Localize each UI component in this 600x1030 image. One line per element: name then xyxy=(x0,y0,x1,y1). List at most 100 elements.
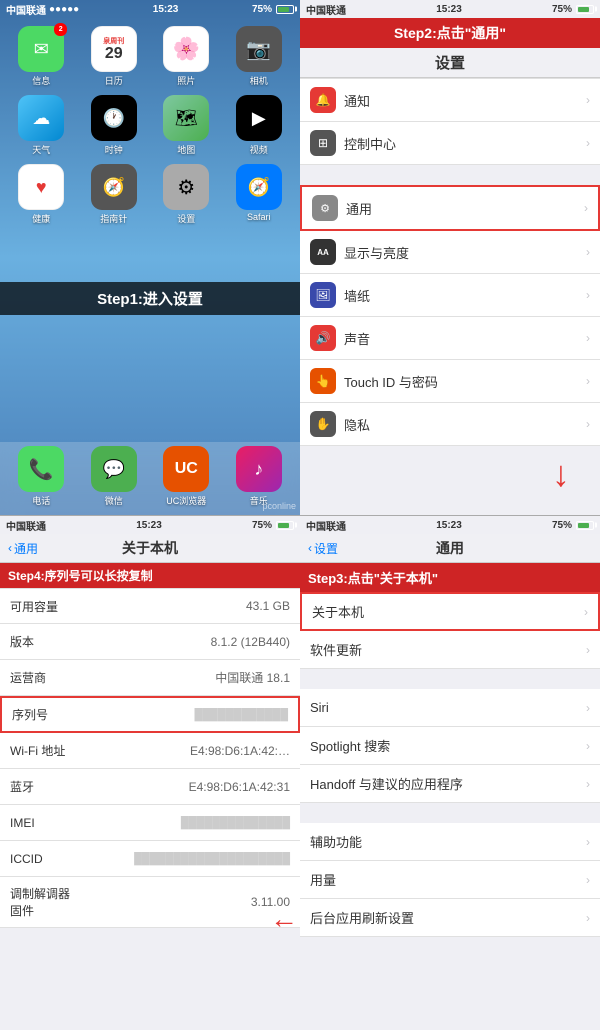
q3-battery-icon xyxy=(276,521,294,530)
modem-value: 3.11.00 xyxy=(80,895,290,909)
app-health[interactable]: ♥ 健康 xyxy=(8,164,75,225)
settings-row-touchid[interactable]: 👆 Touch ID 与密码 › xyxy=(300,360,600,403)
q1-watermark: pconline xyxy=(262,501,296,511)
step3-label: Step3:点击"关于本机" xyxy=(308,571,438,586)
q4-row-handoff[interactable]: Handoff 与建议的应用程序 › xyxy=(300,765,600,803)
touchid-chevron: › xyxy=(586,374,590,388)
settings-row-sound[interactable]: 🔊 声音 › xyxy=(300,317,600,360)
privacy-chevron: › xyxy=(586,417,590,431)
q2-battery-pct: 75% xyxy=(552,4,572,15)
step1-label: Step1:进入设置 xyxy=(97,291,203,308)
notification-chevron: › xyxy=(586,93,590,107)
messages-label: 信息 xyxy=(32,74,50,87)
q1-status-bar: 中国联通 ●●●●● 15:23 75% xyxy=(0,0,300,18)
step2-label: Step2:点击"通用" xyxy=(394,25,506,41)
bt-label: 蓝牙 xyxy=(10,778,80,795)
uc-label: UC浏览器 xyxy=(166,494,206,507)
settings-row-general[interactable]: ⚙ 通用 › xyxy=(300,185,600,231)
settings-app-label: 设置 xyxy=(177,212,195,225)
health-icon: ♥ xyxy=(18,164,64,210)
q4-row-accessibility[interactable]: 辅助功能 › xyxy=(300,823,600,861)
app-videos[interactable]: ▶ 视频 xyxy=(226,95,293,156)
settings-row-display[interactable]: AA 显示与亮度 › xyxy=(300,231,600,274)
q4-row-update[interactable]: 软件更新 › xyxy=(300,631,600,669)
version-value: 8.1.2 (12B440) xyxy=(80,635,290,649)
usage-label: 用量 xyxy=(310,870,578,889)
photos-icon: 🌸 xyxy=(163,26,209,72)
q3-battery-pct: 75% xyxy=(252,520,272,531)
safari-label: Safari xyxy=(247,212,271,222)
settings-row-privacy[interactable]: ✋ 隐私 › xyxy=(300,403,600,446)
capacity-value: 43.1 GB xyxy=(80,599,290,613)
usage-chevron: › xyxy=(586,873,590,887)
app-grid-row1: ✉ 2 信息 泉周刊 29 日历 🌸 照片 📷 相机 xyxy=(0,22,300,91)
app-uc[interactable]: UC UC浏览器 xyxy=(153,446,220,507)
q4-battery-pct: 75% xyxy=(552,520,572,531)
q1-status-right: 75% xyxy=(252,4,294,15)
info-row-carrier: 运营商 中国联通 18.1 xyxy=(0,660,300,696)
q4-row-bg-refresh[interactable]: 后台应用刷新设置 › xyxy=(300,899,600,937)
q3-back-button[interactable]: ‹ 通用 xyxy=(8,540,38,557)
q4-row-usage[interactable]: 用量 › xyxy=(300,861,600,899)
clock-label: 时钟 xyxy=(105,143,123,156)
app-weather[interactable]: ☁ 天气 xyxy=(8,95,75,156)
q4-nav-title: 通用 xyxy=(342,538,558,558)
control-chevron: › xyxy=(586,136,590,150)
carrier-label: 运营商 xyxy=(10,669,80,686)
serial-label: 序列号 xyxy=(12,706,82,723)
q4-back-chevron: ‹ xyxy=(308,541,312,555)
app-wechat[interactable]: 💬 微信 xyxy=(81,446,148,507)
q4-row-about[interactable]: 关于本机 › xyxy=(300,592,600,631)
display-chevron: › xyxy=(586,245,590,259)
q4-status-right: 75% xyxy=(552,520,594,531)
down-arrow-q2: ↓ xyxy=(552,453,570,495)
app-settings[interactable]: ⚙ 设置 xyxy=(153,164,220,225)
about-chevron: › xyxy=(584,605,588,619)
videos-icon: ▶ xyxy=(236,95,282,141)
app-clock[interactable]: 🕐 时钟 xyxy=(81,95,148,156)
photos-label: 照片 xyxy=(177,74,195,87)
siri-chevron: › xyxy=(586,701,590,715)
q3-back-label: 通用 xyxy=(14,540,38,557)
touchid-icon: 👆 xyxy=(310,368,336,394)
app-music[interactable]: ♪ 音乐 xyxy=(226,446,293,507)
settings-row-wallpaper[interactable]: 🖼 墙纸 › xyxy=(300,274,600,317)
q2-carrier: 中国联通 xyxy=(306,2,346,17)
app-photos[interactable]: 🌸 照片 xyxy=(153,26,220,87)
privacy-label: 隐私 xyxy=(344,415,578,434)
app-compass[interactable]: 🧭 指南针 xyxy=(81,164,148,225)
imei-value: ██████████████ xyxy=(80,817,290,829)
wifi-value: E4:98:D6:1A:42:… xyxy=(80,744,290,758)
app-phone[interactable]: 📞 电话 xyxy=(8,446,75,507)
info-row-serial[interactable]: 序列号 ████████████ xyxy=(0,696,300,733)
q3-about: 中国联通 15:23 75% ‹ 通用 关于本机 Step4:序列号可以长按复制… xyxy=(0,515,300,1030)
app-camera[interactable]: 📷 相机 xyxy=(226,26,293,87)
step3-banner: Step3:点击"关于本机" xyxy=(300,563,600,592)
q2-status-left: 中国联通 xyxy=(306,2,346,17)
sound-chevron: › xyxy=(586,331,590,345)
info-row-version: 版本 8.1.2 (12B440) xyxy=(0,624,300,660)
app-maps[interactable]: 🗺 地图 xyxy=(153,95,220,156)
app-safari[interactable]: 🧭 Safari xyxy=(226,164,293,225)
weather-icon: ☁ xyxy=(18,95,64,141)
maps-label: 地图 xyxy=(177,143,195,156)
wifi-label: Wi-Fi 地址 xyxy=(10,742,80,759)
spotlight-label: Spotlight 搜索 xyxy=(310,736,578,755)
app-messages[interactable]: ✉ 2 信息 xyxy=(8,26,75,87)
q1-carrier: 中国联通 xyxy=(6,2,46,17)
q4-back-button[interactable]: ‹ 设置 xyxy=(308,540,338,557)
q4-row-spotlight[interactable]: Spotlight 搜索 › xyxy=(300,727,600,765)
settings-row-control[interactable]: ⊞ 控制中心 › xyxy=(300,122,600,165)
settings-row-notification[interactable]: 🔔 通知 › xyxy=(300,78,600,122)
info-row-capacity: 可用容量 43.1 GB xyxy=(0,588,300,624)
q4-row-siri[interactable]: Siri › xyxy=(300,689,600,727)
wechat-label: 微信 xyxy=(105,494,123,507)
q2-status-right: 75% xyxy=(552,4,594,15)
app-calendar[interactable]: 泉周刊 29 日历 xyxy=(81,26,148,87)
accessibility-chevron: › xyxy=(586,835,590,849)
q4-gap-2 xyxy=(300,803,600,823)
q3-carrier: 中国联通 xyxy=(6,518,46,533)
imei-label: IMEI xyxy=(10,816,80,830)
q2-nav-bar: 设置 xyxy=(300,48,600,78)
q4-status-bar: 中国联通 15:23 75% xyxy=(300,516,600,534)
